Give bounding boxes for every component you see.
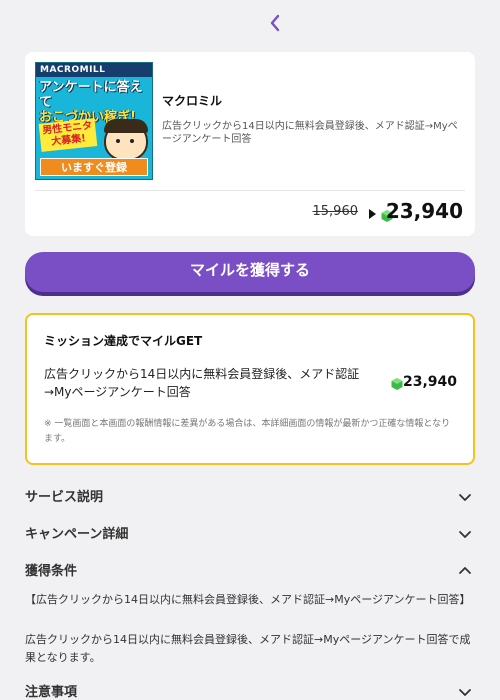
conditions-text-1: 【広告クリックから14日以内に無料会員登録後、メアド認証→Myページアンケート回…	[25, 593, 471, 606]
mission-note: ※ 一覧画面と本画面の報酬情報に差異がある場合は、本詳細画面の情報が最新かつ正確…	[44, 419, 451, 444]
chevron-down-icon	[459, 494, 471, 501]
section-campaign-header[interactable]: キャンペーン詳細	[25, 523, 475, 545]
old-points: 15,960	[312, 204, 359, 219]
section-conditions-header[interactable]: 獲得条件	[25, 560, 475, 582]
chevron-down-icon	[459, 689, 471, 696]
back-button[interactable]	[264, 11, 286, 35]
chevron-up-icon	[459, 567, 471, 574]
mission-points: 23,940	[402, 374, 457, 390]
offer-card: MACROMILL アンケートに答えて おこづかい稼ぎ! 男性モニタ大募集! い…	[25, 52, 475, 236]
mission-title: ミッション達成でマイルGET	[44, 334, 203, 348]
gem-icon	[391, 378, 403, 390]
mission-description: 広告クリックから14日以内に無料会員登録後、メアド認証→Myページアンケート回答	[44, 367, 360, 399]
chevron-left-icon	[270, 14, 280, 32]
section-conditions-label: 獲得条件	[25, 564, 78, 579]
section-service-header[interactable]: サービス説明	[25, 486, 475, 508]
section-service-label: サービス説明	[25, 490, 104, 505]
arrow-right-icon	[369, 209, 376, 219]
get-miles-button[interactable]: マイルを獲得する	[25, 252, 475, 292]
chevron-down-icon	[459, 531, 471, 538]
conditions-text-2: 広告クリックから14日以内に無料会員登録後、メアド認証→Myページアンケート回答…	[25, 633, 471, 664]
mission-box: ミッション達成でマイルGET 広告クリックから14日以内に無料会員登録後、メアド…	[25, 313, 475, 465]
offer-description: 広告クリックから14日以内に無料会員登録後、メアド認証→Myページアンケート回答	[162, 121, 458, 145]
banner-brand: MACROMILL	[36, 63, 152, 77]
mascot-icon	[104, 119, 148, 161]
offer-detail-page: MACROMILL アンケートに答えて おこづかい稼ぎ! 男性モニタ大募集! い…	[0, 0, 500, 700]
section-campaign-label: キャンペーン詳細	[25, 527, 129, 542]
card-divider	[35, 190, 465, 191]
banner-tag: 男性モニタ大募集!	[38, 118, 98, 152]
new-points: 23,940	[385, 199, 463, 223]
section-notes-label: 注意事項	[25, 685, 78, 700]
banner-cta: いますぐ登録	[40, 158, 148, 176]
section-notes-header[interactable]: 注意事項	[25, 681, 475, 700]
banner-headline-line1: アンケートに答えて	[39, 80, 143, 110]
offer-title: マクロミル	[162, 94, 223, 108]
offer-banner-image[interactable]: MACROMILL アンケートに答えて おこづかい稼ぎ! 男性モニタ大募集! い…	[35, 62, 153, 180]
